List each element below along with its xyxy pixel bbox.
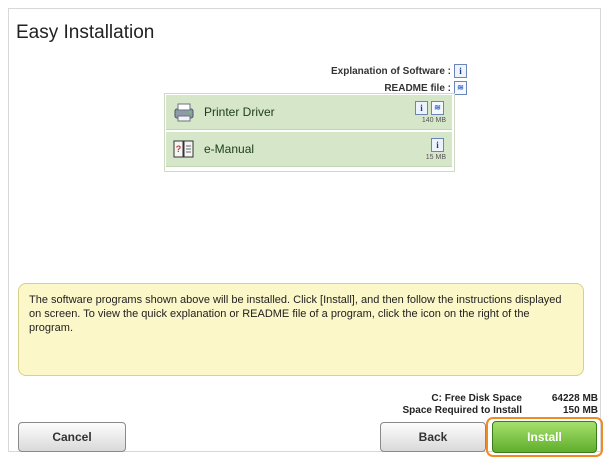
installer-window (8, 8, 601, 452)
page-title: Easy Installation (16, 22, 155, 43)
program-label: e-Manual (204, 142, 255, 156)
info-book-icon[interactable]: i (431, 138, 444, 152)
program-label: Printer Driver (204, 105, 275, 119)
readme-document-icon: ≋ (454, 81, 467, 95)
program-list: Printer Driver i ≋ 140 MB ? e-Manual i 1… (164, 93, 455, 172)
svg-text:?: ? (176, 144, 182, 154)
legend-explanation-label: Explanation of Software : (330, 65, 451, 77)
space-required-label: Space Required to Install (402, 405, 522, 416)
info-message: The software programs shown above will b… (18, 283, 584, 376)
free-disk-value: 64228 MB (551, 393, 598, 404)
space-required-value: 150 MB (562, 405, 598, 416)
program-row-e-manual[interactable]: ? e-Manual i 15 MB (166, 132, 452, 167)
cancel-button[interactable]: Cancel (18, 422, 126, 452)
program-size: 140 MB (421, 117, 446, 124)
program-size: 15 MB (425, 154, 446, 161)
legend-explanation: Explanation of Software : i (331, 64, 467, 78)
readme-document-icon[interactable]: ≋ (431, 101, 444, 115)
install-button[interactable]: Install (492, 421, 597, 453)
info-book-icon[interactable]: i (415, 101, 428, 115)
program-row-printer-driver[interactable]: Printer Driver i ≋ 140 MB (166, 95, 452, 130)
space-required: Space Required to Install 150 MB (403, 405, 598, 416)
manual-book-icon: ? (173, 140, 194, 158)
free-disk-label: C: Free Disk Space (431, 393, 522, 404)
program-icons: i ≋ (415, 101, 444, 115)
info-book-icon: i (454, 64, 467, 78)
back-button[interactable]: Back (380, 422, 486, 452)
program-icons: i (431, 138, 444, 152)
free-disk-space: C: Free Disk Space 64228 MB (431, 393, 598, 404)
printer-icon (174, 103, 194, 122)
legend-readme-label: README file : (384, 82, 451, 94)
